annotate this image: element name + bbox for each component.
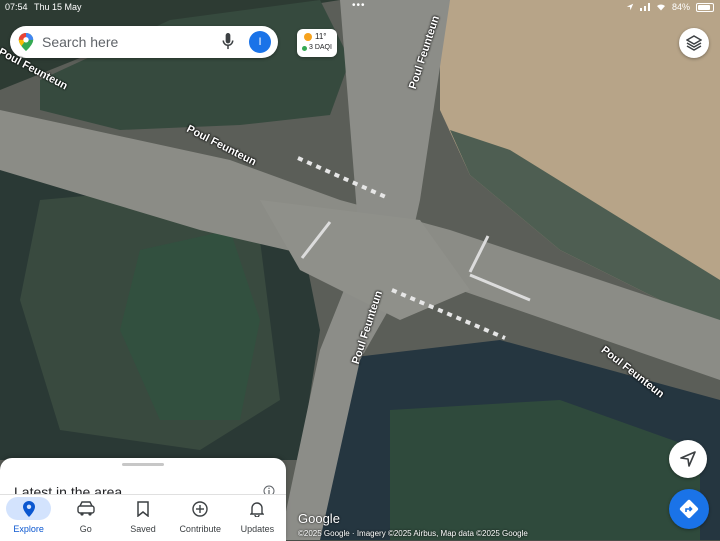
air-quality-dot-icon — [302, 46, 307, 51]
wifi-icon — [656, 4, 665, 11]
search-bar[interactable]: Search here I — [10, 26, 278, 58]
google-logo: Google — [298, 511, 340, 526]
nav-label: Updates — [240, 524, 275, 534]
battery-icon — [696, 2, 714, 12]
plus-circle-icon — [192, 501, 208, 517]
status-date: Thu 15 May — [34, 2, 82, 12]
nav-label: Go — [79, 524, 92, 534]
weather-chip[interactable]: 11° 3 DAQI — [297, 29, 337, 57]
sun-icon — [304, 33, 312, 41]
nav-saved[interactable]: Saved — [114, 495, 171, 541]
bottom-navigation: Explore Go Saved Contribute Updates — [0, 494, 286, 541]
status-bar: 07:54 Thu 15 May ••• 84% — [0, 0, 720, 16]
sheet-drag-handle[interactable] — [122, 463, 164, 466]
nav-explore[interactable]: Explore — [0, 495, 57, 541]
nav-label: Contribute — [179, 524, 221, 534]
signal-icon — [639, 3, 650, 11]
maps-pin-icon — [18, 33, 34, 51]
status-right: 84% — [626, 2, 714, 12]
nav-updates[interactable]: Updates — [229, 495, 286, 541]
battery-percent: 84% — [671, 2, 690, 12]
battery-fill — [698, 4, 710, 10]
location-arrow-icon — [626, 3, 634, 11]
microphone-icon[interactable] — [222, 33, 234, 50]
my-location-button[interactable] — [669, 440, 707, 478]
account-avatar[interactable]: I — [249, 31, 271, 53]
nav-label: Explore — [13, 524, 44, 534]
map-attribution[interactable]: ©2025 Google · Imagery ©2025 Airbus, Map… — [298, 529, 528, 538]
bell-icon — [250, 502, 265, 517]
directions-button[interactable] — [669, 489, 709, 529]
nav-contribute[interactable]: Contribute — [172, 495, 229, 541]
nav-label: Saved — [130, 524, 156, 534]
layers-icon — [686, 35, 702, 51]
car-icon — [77, 501, 95, 516]
air-quality-label: 3 DAQI — [309, 44, 332, 51]
multitasking-dots-icon[interactable]: ••• — [352, 0, 366, 11]
navigation-arrow-icon — [680, 451, 696, 467]
bookmark-icon — [137, 501, 149, 517]
layers-button[interactable] — [679, 28, 709, 58]
weather-temperature: 11° — [315, 32, 327, 41]
directions-icon — [679, 499, 699, 519]
nav-go[interactable]: Go — [57, 495, 114, 541]
explore-pin-icon — [22, 501, 35, 517]
search-input[interactable]: Search here — [42, 34, 118, 50]
status-time: 07:54 — [5, 2, 28, 12]
